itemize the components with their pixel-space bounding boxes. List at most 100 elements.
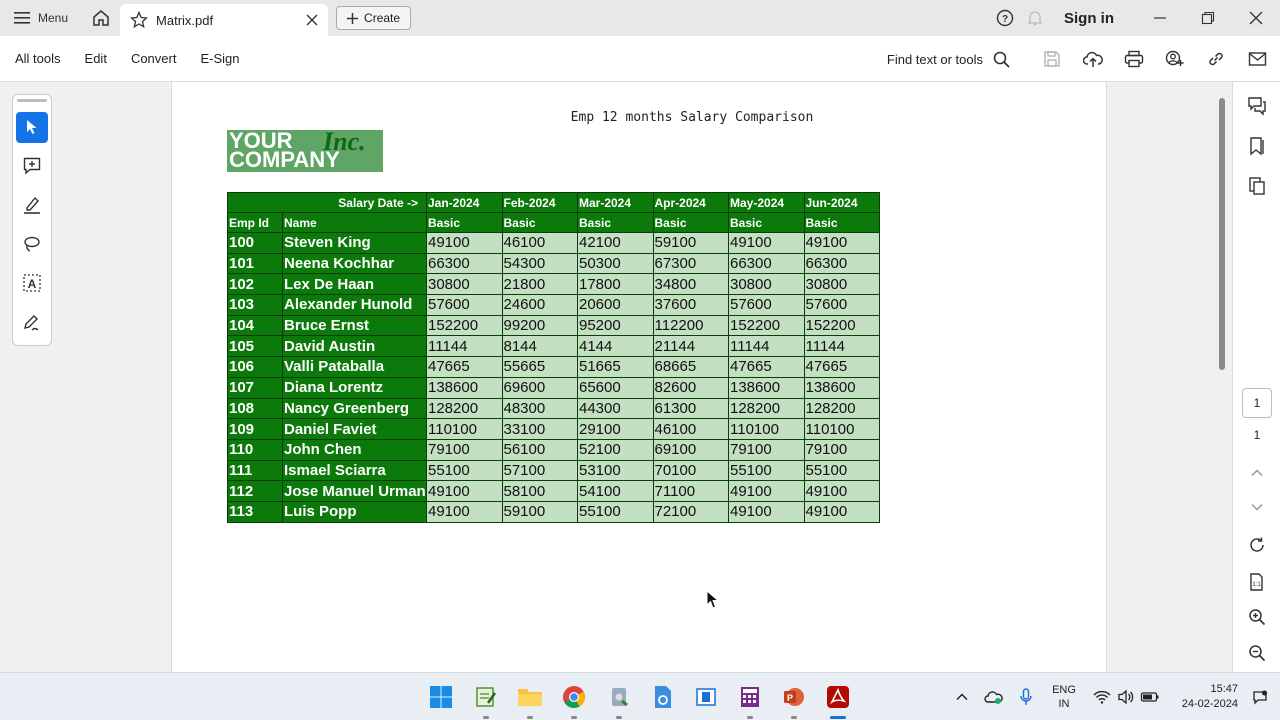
table-row: 112 Jose Manuel Urman 49100 58100 54100 71100…: [227, 480, 880, 502]
svg-text:1:1: 1:1: [1252, 582, 1261, 588]
comments-icon: [1248, 97, 1266, 116]
print-button[interactable]: [1119, 44, 1149, 74]
salary-cell: 50300: [577, 252, 654, 275]
previous-page-button[interactable]: [1233, 466, 1280, 480]
taskbar-app-installer[interactable]: [603, 681, 635, 719]
notifications-button[interactable]: [1020, 3, 1050, 33]
zoom-out-button[interactable]: [1233, 644, 1280, 662]
pages-button[interactable]: [1233, 176, 1280, 196]
toolbar-convert[interactable]: Convert: [119, 51, 189, 66]
find-text-or-tools[interactable]: Find text or tools: [887, 51, 1010, 68]
input-language-indicator[interactable]: ENG IN: [1048, 683, 1080, 711]
star-icon[interactable]: [130, 11, 149, 29]
calculator-icon: [741, 687, 759, 707]
clock-time: 15:47: [1210, 683, 1238, 695]
salary-cell: 54300: [501, 252, 578, 275]
taskbar-app-acrobat[interactable]: [822, 681, 854, 719]
toolbar-all-tools[interactable]: All tools: [0, 51, 73, 66]
emp-id-cell: 105: [227, 335, 283, 358]
comments-button[interactable]: [1233, 96, 1280, 116]
basic-header: Basic: [577, 212, 654, 233]
restore-button[interactable]: [1184, 0, 1232, 36]
emp-id-cell: 111: [227, 459, 283, 482]
link-icon: [1209, 52, 1223, 66]
taskbar-app-file-explorer[interactable]: [514, 681, 546, 719]
salary-cell: 33100: [501, 418, 578, 440]
taskbar-app-window[interactable]: [690, 681, 722, 713]
emp-id-cell: 108: [227, 397, 283, 420]
highlight-tool[interactable]: [16, 190, 48, 221]
salary-cell: 66300: [803, 252, 880, 275]
salary-cell: 49100: [803, 480, 880, 502]
salary-date-label: Salary Date ->: [227, 192, 427, 213]
save-button[interactable]: [1037, 44, 1067, 74]
speaker-icon: [1118, 689, 1134, 705]
salary-table: Salary Date -> Jan-2024 Feb-2024 Mar-202…: [227, 192, 880, 523]
notifications-center-button[interactable]: [1244, 681, 1276, 713]
current-page-input[interactable]: 1: [1242, 388, 1272, 418]
share-people-button[interactable]: [1160, 44, 1190, 74]
salary-cell: 49100: [803, 232, 880, 254]
help-button[interactable]: ?: [990, 3, 1020, 33]
mouse-cursor-icon: [706, 590, 720, 609]
taskbar-app-settings-doc[interactable]: [647, 681, 679, 713]
close-window-button[interactable]: [1232, 0, 1280, 36]
cloud-sync-icon: [984, 691, 1003, 704]
sign-in-button[interactable]: Sign in: [1064, 10, 1114, 27]
svg-text:?: ?: [1002, 14, 1008, 25]
powerpoint-icon: P: [784, 688, 804, 706]
next-page-button[interactable]: [1233, 500, 1280, 514]
page-fit-button[interactable]: 1:1: [1233, 572, 1280, 592]
refresh-button[interactable]: [1233, 536, 1280, 554]
highlighter-icon: [24, 196, 40, 214]
system-clock[interactable]: 15:47 24-02-2024: [1172, 682, 1238, 712]
salary-cell: 49100: [426, 480, 503, 502]
table-row: 111 Ismael Sciarra 55100 57100 53100 70100 551…: [227, 459, 880, 482]
minimize-button[interactable]: [1136, 0, 1184, 36]
month-header: Apr-2024: [652, 192, 729, 213]
menu-button[interactable]: Menu: [0, 0, 82, 36]
taskbar-app-notepad[interactable]: [470, 681, 502, 719]
salary-cell: 55100: [728, 459, 805, 482]
sign-tool[interactable]: [16, 306, 48, 337]
company-logo: YOUR Inc. COMPANY: [227, 130, 383, 172]
create-button[interactable]: Create: [336, 6, 412, 30]
salary-cell: 54100: [577, 480, 654, 502]
tab-matrix-pdf[interactable]: Matrix.pdf: [120, 4, 329, 36]
tray-onedrive[interactable]: [978, 681, 1010, 713]
upload-cloud-button[interactable]: [1078, 44, 1108, 74]
select-tool[interactable]: [16, 111, 48, 143]
toolbar-e-sign[interactable]: E-Sign: [188, 51, 251, 66]
start-button[interactable]: [425, 681, 457, 713]
taskbar-app-chrome[interactable]: [558, 681, 590, 719]
salary-cell: 110100: [426, 418, 503, 440]
table-row: 107 Diana Lorentz 138600 69600 65600 82600 138…: [227, 376, 880, 399]
tray-microphone[interactable]: [1010, 681, 1042, 713]
scrollbar-thumb[interactable]: [1219, 98, 1225, 370]
taskbar-app-calculator[interactable]: [734, 681, 766, 719]
email-button[interactable]: [1242, 44, 1272, 74]
employee-name-cell: Diana Lorentz: [282, 376, 427, 399]
copy-link-button[interactable]: [1201, 44, 1231, 74]
mail-icon: [1248, 52, 1266, 66]
emp-id-header: Emp Id: [227, 212, 283, 233]
show-hidden-icons-button[interactable]: [946, 681, 978, 713]
toolbar-edit[interactable]: Edit: [73, 51, 119, 66]
draw-tool[interactable]: [16, 228, 48, 259]
text-box-tool[interactable]: A: [16, 267, 48, 298]
salary-cell: 24600: [501, 294, 578, 316]
zoom-in-button[interactable]: [1233, 608, 1280, 626]
close-tab-icon[interactable]: [306, 14, 318, 26]
taskbar-app-powerpoint[interactable]: P: [778, 681, 810, 719]
salary-cell: 51665: [577, 356, 654, 378]
salary-cell: 110100: [728, 418, 805, 440]
tool-rail-drag-handle[interactable]: [17, 99, 47, 102]
tray-battery[interactable]: [1134, 681, 1166, 713]
home-button[interactable]: [82, 0, 120, 36]
bookmarks-button[interactable]: [1233, 136, 1280, 156]
salary-cell: 52100: [577, 438, 654, 461]
salary-cell: 21144: [652, 335, 729, 358]
salary-cell: 79100: [426, 438, 503, 461]
lang-line2: IN: [1058, 698, 1070, 710]
add-comment-tool[interactable]: [16, 151, 48, 182]
